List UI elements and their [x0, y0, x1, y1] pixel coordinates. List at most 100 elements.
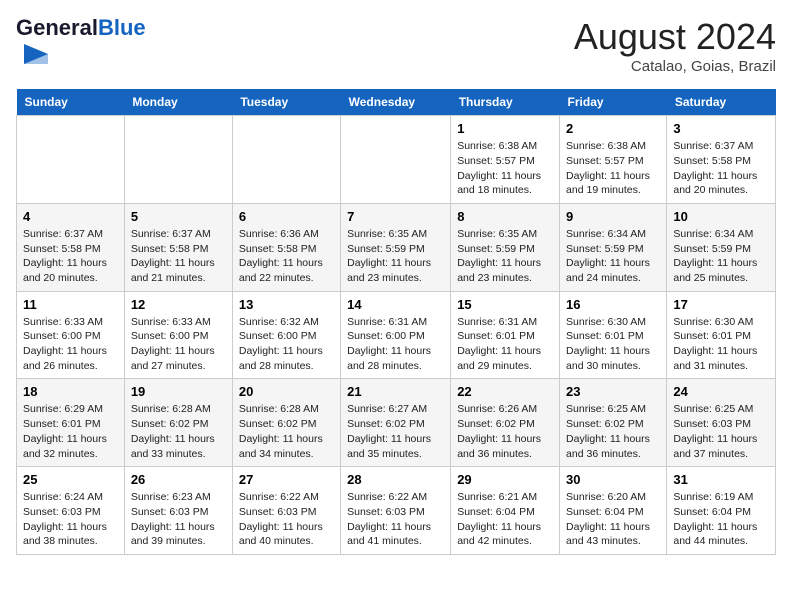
- day-number: 8: [457, 209, 553, 224]
- day-number: 22: [457, 384, 553, 399]
- day-number: 12: [131, 297, 226, 312]
- day-number: 23: [566, 384, 660, 399]
- calendar-cell: 28 Sunrise: 6:22 AM Sunset: 6:03 PM Dayli…: [341, 467, 451, 555]
- day-number: 20: [239, 384, 334, 399]
- calendar-cell: 4 Sunrise: 6:37 AM Sunset: 5:58 PM Daylig…: [17, 203, 125, 291]
- day-number: 29: [457, 472, 553, 487]
- day-number: 10: [673, 209, 769, 224]
- day-info: Sunrise: 6:30 AM Sunset: 6:01 PM Dayligh…: [566, 315, 660, 374]
- day-info: Sunrise: 6:29 AM Sunset: 6:01 PM Dayligh…: [23, 402, 118, 461]
- calendar-cell: 19 Sunrise: 6:28 AM Sunset: 6:02 PM Dayli…: [124, 379, 232, 467]
- calendar-cell: 23 Sunrise: 6:25 AM Sunset: 6:02 PM Dayli…: [560, 379, 667, 467]
- day-info: Sunrise: 6:24 AM Sunset: 6:03 PM Dayligh…: [23, 490, 118, 549]
- calendar-cell: 26 Sunrise: 6:23 AM Sunset: 6:03 PM Dayli…: [124, 467, 232, 555]
- day-info: Sunrise: 6:25 AM Sunset: 6:03 PM Dayligh…: [673, 402, 769, 461]
- calendar-cell: 14 Sunrise: 6:31 AM Sunset: 6:00 PM Dayli…: [341, 291, 451, 379]
- day-number: 31: [673, 472, 769, 487]
- day-info: Sunrise: 6:31 AM Sunset: 6:01 PM Dayligh…: [457, 315, 553, 374]
- day-number: 13: [239, 297, 334, 312]
- logo-general: General: [16, 15, 98, 40]
- day-number: 19: [131, 384, 226, 399]
- weekday-header-tuesday: Tuesday: [232, 89, 340, 116]
- weekday-header-thursday: Thursday: [451, 89, 560, 116]
- day-number: 3: [673, 121, 769, 136]
- weekday-header-monday: Monday: [124, 89, 232, 116]
- day-info: Sunrise: 6:26 AM Sunset: 6:02 PM Dayligh…: [457, 402, 553, 461]
- day-number: 26: [131, 472, 226, 487]
- day-number: 28: [347, 472, 444, 487]
- calendar-week-1: 1Sunrise: 6:38 AM Sunset: 5:57 PM Daylig…: [17, 116, 776, 204]
- day-number: 16: [566, 297, 660, 312]
- day-number: 4: [23, 209, 118, 224]
- day-info: Sunrise: 6:37 AM Sunset: 5:58 PM Dayligh…: [131, 227, 226, 286]
- calendar-cell: 25 Sunrise: 6:24 AM Sunset: 6:03 PM Dayli…: [17, 467, 125, 555]
- day-info: Sunrise: 6:35 AM Sunset: 5:59 PM Dayligh…: [347, 227, 444, 286]
- calendar-cell: 12 Sunrise: 6:33 AM Sunset: 6:00 PM Dayli…: [124, 291, 232, 379]
- logo: GeneralBlue: [16, 16, 146, 77]
- day-number: 18: [23, 384, 118, 399]
- day-info: Sunrise: 6:38 AM Sunset: 5:57 PM Dayligh…: [566, 139, 660, 198]
- day-info: Sunrise: 6:19 AM Sunset: 6:04 PM Dayligh…: [673, 490, 769, 549]
- calendar-cell: 7 Sunrise: 6:35 AM Sunset: 5:59 PM Daylig…: [341, 203, 451, 291]
- weekday-header-row: SundayMondayTuesdayWednesdayThursdayFrid…: [17, 89, 776, 116]
- day-info: Sunrise: 6:36 AM Sunset: 5:58 PM Dayligh…: [239, 227, 334, 286]
- calendar-cell: 13 Sunrise: 6:32 AM Sunset: 6:00 PM Dayli…: [232, 291, 340, 379]
- day-info: Sunrise: 6:37 AM Sunset: 5:58 PM Dayligh…: [673, 139, 769, 198]
- calendar-cell: 31 Sunrise: 6:19 AM Sunset: 6:04 PM Dayli…: [667, 467, 776, 555]
- day-info: Sunrise: 6:33 AM Sunset: 6:00 PM Dayligh…: [131, 315, 226, 374]
- day-info: Sunrise: 6:35 AM Sunset: 5:59 PM Dayligh…: [457, 227, 553, 286]
- calendar-cell: [17, 116, 125, 204]
- day-info: Sunrise: 6:23 AM Sunset: 6:03 PM Dayligh…: [131, 490, 226, 549]
- calendar-cell: 8 Sunrise: 6:35 AM Sunset: 5:59 PM Daylig…: [451, 203, 560, 291]
- calendar-cell: 30Sunrise: 6:20 AM Sunset: 6:04 PM Dayli…: [560, 467, 667, 555]
- day-info: Sunrise: 6:22 AM Sunset: 6:03 PM Dayligh…: [347, 490, 444, 549]
- day-info: Sunrise: 6:28 AM Sunset: 6:02 PM Dayligh…: [131, 402, 226, 461]
- day-number: 24: [673, 384, 769, 399]
- day-info: Sunrise: 6:37 AM Sunset: 5:58 PM Dayligh…: [23, 227, 118, 286]
- calendar-cell: 27 Sunrise: 6:22 AM Sunset: 6:03 PM Dayli…: [232, 467, 340, 555]
- calendar-week-4: 18 Sunrise: 6:29 AM Sunset: 6:01 PM Dayli…: [17, 379, 776, 467]
- day-number: 11: [23, 297, 118, 312]
- day-number: 30: [566, 472, 660, 487]
- calendar-cell: 10 Sunrise: 6:34 AM Sunset: 5:59 PM Dayli…: [667, 203, 776, 291]
- day-number: 27: [239, 472, 334, 487]
- day-info: Sunrise: 6:34 AM Sunset: 5:59 PM Dayligh…: [673, 227, 769, 286]
- calendar-cell: 22 Sunrise: 6:26 AM Sunset: 6:02 PM Dayli…: [451, 379, 560, 467]
- day-info: Sunrise: 6:25 AM Sunset: 6:02 PM Dayligh…: [566, 402, 660, 461]
- calendar-cell: 24 Sunrise: 6:25 AM Sunset: 6:03 PM Dayli…: [667, 379, 776, 467]
- day-number: 6: [239, 209, 334, 224]
- day-number: 25: [23, 472, 118, 487]
- calendar-cell: 20 Sunrise: 6:28 AM Sunset: 6:02 PM Dayli…: [232, 379, 340, 467]
- calendar-cell: 21 Sunrise: 6:27 AM Sunset: 6:02 PM Dayli…: [341, 379, 451, 467]
- day-info: Sunrise: 6:27 AM Sunset: 6:02 PM Dayligh…: [347, 402, 444, 461]
- calendar-cell: 18 Sunrise: 6:29 AM Sunset: 6:01 PM Dayli…: [17, 379, 125, 467]
- day-number: 5: [131, 209, 226, 224]
- page-header: GeneralBlue August 2024 Catalao, Goias, …: [16, 16, 776, 77]
- calendar-week-3: 11 Sunrise: 6:33 AM Sunset: 6:00 PM Dayli…: [17, 291, 776, 379]
- calendar-week-2: 4 Sunrise: 6:37 AM Sunset: 5:58 PM Daylig…: [17, 203, 776, 291]
- calendar-cell: [341, 116, 451, 204]
- day-number: 14: [347, 297, 444, 312]
- day-info: Sunrise: 6:21 AM Sunset: 6:04 PM Dayligh…: [457, 490, 553, 549]
- logo-blue: Blue: [98, 15, 146, 40]
- weekday-header-wednesday: Wednesday: [341, 89, 451, 116]
- day-info: Sunrise: 6:33 AM Sunset: 6:00 PM Dayligh…: [23, 315, 118, 374]
- day-info: Sunrise: 6:32 AM Sunset: 6:00 PM Dayligh…: [239, 315, 334, 374]
- calendar-cell: 11 Sunrise: 6:33 AM Sunset: 6:00 PM Dayli…: [17, 291, 125, 379]
- day-number: 21: [347, 384, 444, 399]
- calendar-table: SundayMondayTuesdayWednesdayThursdayFrid…: [16, 89, 776, 555]
- calendar-cell: 1Sunrise: 6:38 AM Sunset: 5:57 PM Daylig…: [451, 116, 560, 204]
- weekday-header-friday: Friday: [560, 89, 667, 116]
- calendar-cell: [124, 116, 232, 204]
- day-info: Sunrise: 6:31 AM Sunset: 6:00 PM Dayligh…: [347, 315, 444, 374]
- calendar-cell: 15Sunrise: 6:31 AM Sunset: 6:01 PM Dayli…: [451, 291, 560, 379]
- calendar-cell: 17Sunrise: 6:30 AM Sunset: 6:01 PM Dayli…: [667, 291, 776, 379]
- day-info: Sunrise: 6:22 AM Sunset: 6:03 PM Dayligh…: [239, 490, 334, 549]
- calendar-cell: 16 Sunrise: 6:30 AM Sunset: 6:01 PM Dayli…: [560, 291, 667, 379]
- day-info: Sunrise: 6:28 AM Sunset: 6:02 PM Dayligh…: [239, 402, 334, 461]
- calendar-cell: 29 Sunrise: 6:21 AM Sunset: 6:04 PM Dayli…: [451, 467, 560, 555]
- day-info: Sunrise: 6:38 AM Sunset: 5:57 PM Dayligh…: [457, 139, 553, 198]
- title-block: August 2024 Catalao, Goias, Brazil: [574, 16, 776, 75]
- day-number: 7: [347, 209, 444, 224]
- day-number: 9: [566, 209, 660, 224]
